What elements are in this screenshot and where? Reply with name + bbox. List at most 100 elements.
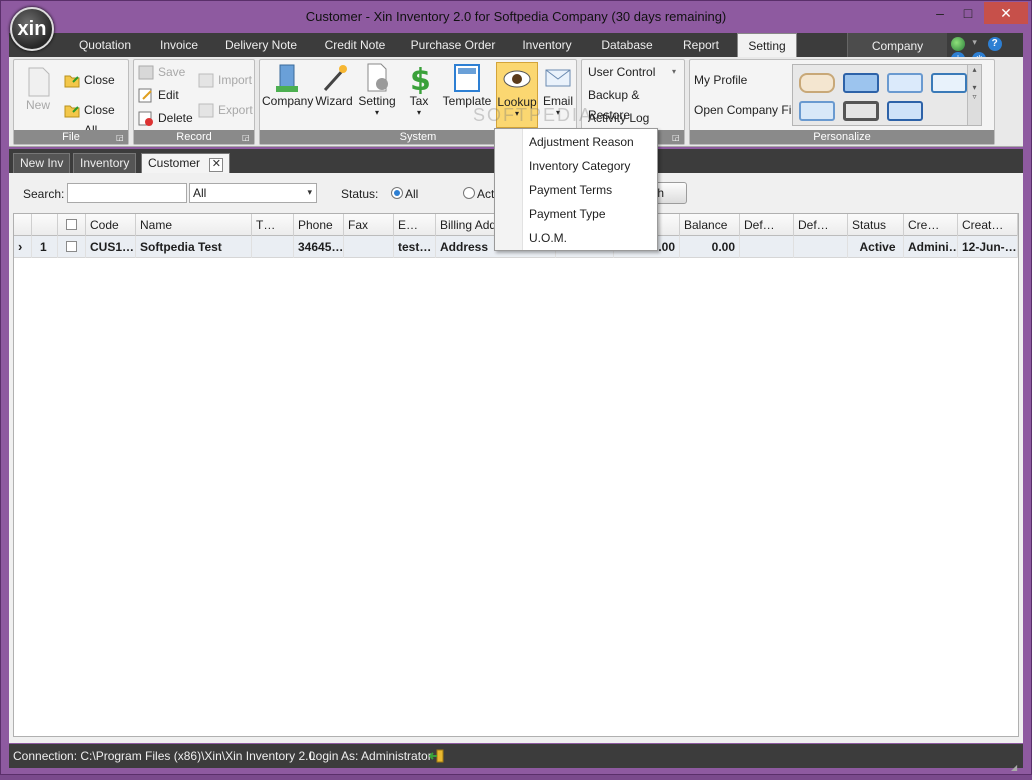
col-email[interactable]: E…	[394, 214, 436, 236]
col-name[interactable]: Name	[136, 214, 252, 236]
record-group-label: Record	[134, 130, 254, 144]
globe-icon[interactable]	[951, 36, 965, 51]
theme-swatch[interactable]	[799, 73, 835, 93]
chevron-down-icon[interactable]: ▾	[972, 37, 980, 51]
close-all-button[interactable]: Close All	[62, 100, 128, 137]
row-number-header	[32, 214, 58, 236]
cell-def-1[interactable]	[740, 236, 794, 258]
menu-company[interactable]: Company	[847, 33, 947, 57]
tab-new-inv[interactable]: New Inv	[13, 153, 71, 173]
dialog-launcher-icon[interactable]: ◲	[242, 133, 252, 143]
template-button[interactable]: Template	[440, 62, 494, 108]
status-active-radio[interactable]	[463, 187, 475, 199]
cell-status[interactable]: Active	[848, 236, 904, 258]
open-company-file-button[interactable]: Open Company File	[692, 100, 801, 120]
close-tab-icon[interactable]: ✕	[209, 158, 224, 172]
search-input[interactable]	[67, 183, 187, 203]
title-bar: Customer - Xin Inventory 2.0 for Softped…	[1, 1, 1031, 33]
eye-icon	[502, 63, 532, 95]
save-button[interactable]: Save	[136, 62, 185, 82]
menu-item-adjustment-reason[interactable]: Adjustment Reason	[529, 131, 634, 153]
menu-item-payment-terms[interactable]: Payment Terms	[529, 179, 612, 201]
filter-select[interactable]: All ▾	[189, 183, 317, 203]
dialog-launcher-icon[interactable]: ◲	[672, 133, 682, 143]
new-document-icon	[23, 66, 53, 98]
col-status[interactable]: Status	[848, 214, 904, 236]
cell-email[interactable]: test…	[394, 236, 436, 258]
row-select-cell	[58, 236, 86, 258]
cell-phone[interactable]: 34645…	[294, 236, 344, 258]
export-button[interactable]: Export	[196, 100, 253, 120]
cell-code[interactable]: CUS1…	[86, 236, 136, 258]
close-button[interactable]: Close	[62, 70, 115, 90]
cell-created[interactable]: 12-Jun-…	[958, 236, 1018, 258]
company-button[interactable]: Company	[262, 62, 313, 108]
cell-name[interactable]: Softpedia Test	[136, 236, 252, 258]
menu-delivery-note[interactable]: Delivery Note	[215, 33, 307, 57]
select-all-checkbox[interactable]	[66, 219, 77, 230]
dialog-launcher-icon[interactable]: ◲	[116, 133, 126, 143]
cell-def-2[interactable]	[794, 236, 848, 258]
xin-logo[interactable]: xin	[10, 7, 54, 51]
user-control-button[interactable]: User Control ▾	[584, 62, 676, 82]
tab-inventory[interactable]: Inventory	[73, 153, 137, 173]
cell-t[interactable]	[252, 236, 294, 258]
col-created-by[interactable]: Cre…	[904, 214, 958, 236]
logout-icon[interactable]	[428, 748, 445, 764]
login-status: Login As: Administrator	[309, 749, 432, 763]
filter-select-value: All	[193, 186, 207, 200]
col-t[interactable]: T…	[252, 214, 294, 236]
menu-item-payment-type[interactable]: Payment Type	[529, 203, 606, 225]
menu-quotation[interactable]: Quotation	[67, 33, 143, 57]
delete-label: Delete	[158, 111, 193, 125]
menu-purchase-order[interactable]: Purchase Order	[403, 33, 503, 57]
tab-customer[interactable]: Customer ✕	[141, 153, 231, 173]
menu-setting[interactable]: Setting	[737, 33, 797, 57]
theme-swatch[interactable]	[843, 101, 879, 121]
theme-swatch[interactable]	[887, 101, 923, 121]
row-checkbox[interactable]	[66, 241, 77, 252]
my-profile-button[interactable]: My Profile	[692, 70, 747, 90]
theme-swatch[interactable]	[799, 101, 835, 121]
col-balance[interactable]: Balance	[680, 214, 740, 236]
col-code[interactable]: Code	[86, 214, 136, 236]
activity-log-button[interactable]: Activity Log	[584, 108, 649, 128]
export-icon	[198, 103, 214, 118]
theme-swatch[interactable]	[843, 73, 879, 93]
maximize-button[interactable]: □	[955, 2, 981, 24]
setting-button[interactable]: Setting ▾	[356, 62, 398, 117]
save-label: Save	[158, 65, 186, 79]
tax-button[interactable]: $ Tax ▾	[402, 62, 436, 117]
col-def-2[interactable]: Def…	[794, 214, 848, 236]
menu-credit-note[interactable]: Credit Note	[309, 33, 401, 57]
status-bar: Connection: C:\Program Files (x86)\Xin\X…	[9, 744, 1023, 772]
help-icon[interactable]: ?	[987, 36, 1002, 51]
menu-item-uom[interactable]: U.O.M.	[529, 227, 567, 249]
cell-balance[interactable]: 0.00	[680, 236, 740, 258]
col-created[interactable]: Creat…	[958, 214, 1018, 236]
close-label: Close	[84, 73, 115, 87]
status-all-radio[interactable]	[391, 187, 403, 199]
col-phone[interactable]: Phone	[294, 214, 344, 236]
backup-restore-button[interactable]: Backup & Restore	[584, 85, 684, 122]
delete-button[interactable]: Delete	[136, 108, 193, 128]
import-button[interactable]: Import	[196, 70, 252, 90]
menu-inventory[interactable]: Inventory	[509, 33, 585, 57]
col-def-1[interactable]: Def…	[740, 214, 794, 236]
menu-report[interactable]: Report	[669, 33, 733, 57]
col-fax[interactable]: Fax	[344, 214, 394, 236]
edit-button[interactable]: Edit	[136, 85, 179, 105]
minimize-button[interactable]: –	[927, 2, 953, 24]
menu-invoice[interactable]: Invoice	[145, 33, 213, 57]
menu-database[interactable]: Database	[589, 33, 665, 57]
wizard-button[interactable]: Wizard	[314, 62, 354, 108]
gallery-scrollbar[interactable]: ▴ ▾ ▿	[967, 65, 981, 125]
theme-swatch[interactable]	[887, 73, 923, 93]
menu-item-inventory-category[interactable]: Inventory Category	[529, 155, 630, 177]
new-button[interactable]: New	[18, 66, 58, 112]
cell-fax[interactable]	[344, 236, 394, 258]
cell-created-by[interactable]: Admini…	[904, 236, 958, 258]
theme-swatch[interactable]	[931, 73, 967, 93]
close-window-button[interactable]: ✕	[984, 2, 1028, 24]
resize-grip-icon[interactable]: ◢	[1011, 756, 1021, 772]
